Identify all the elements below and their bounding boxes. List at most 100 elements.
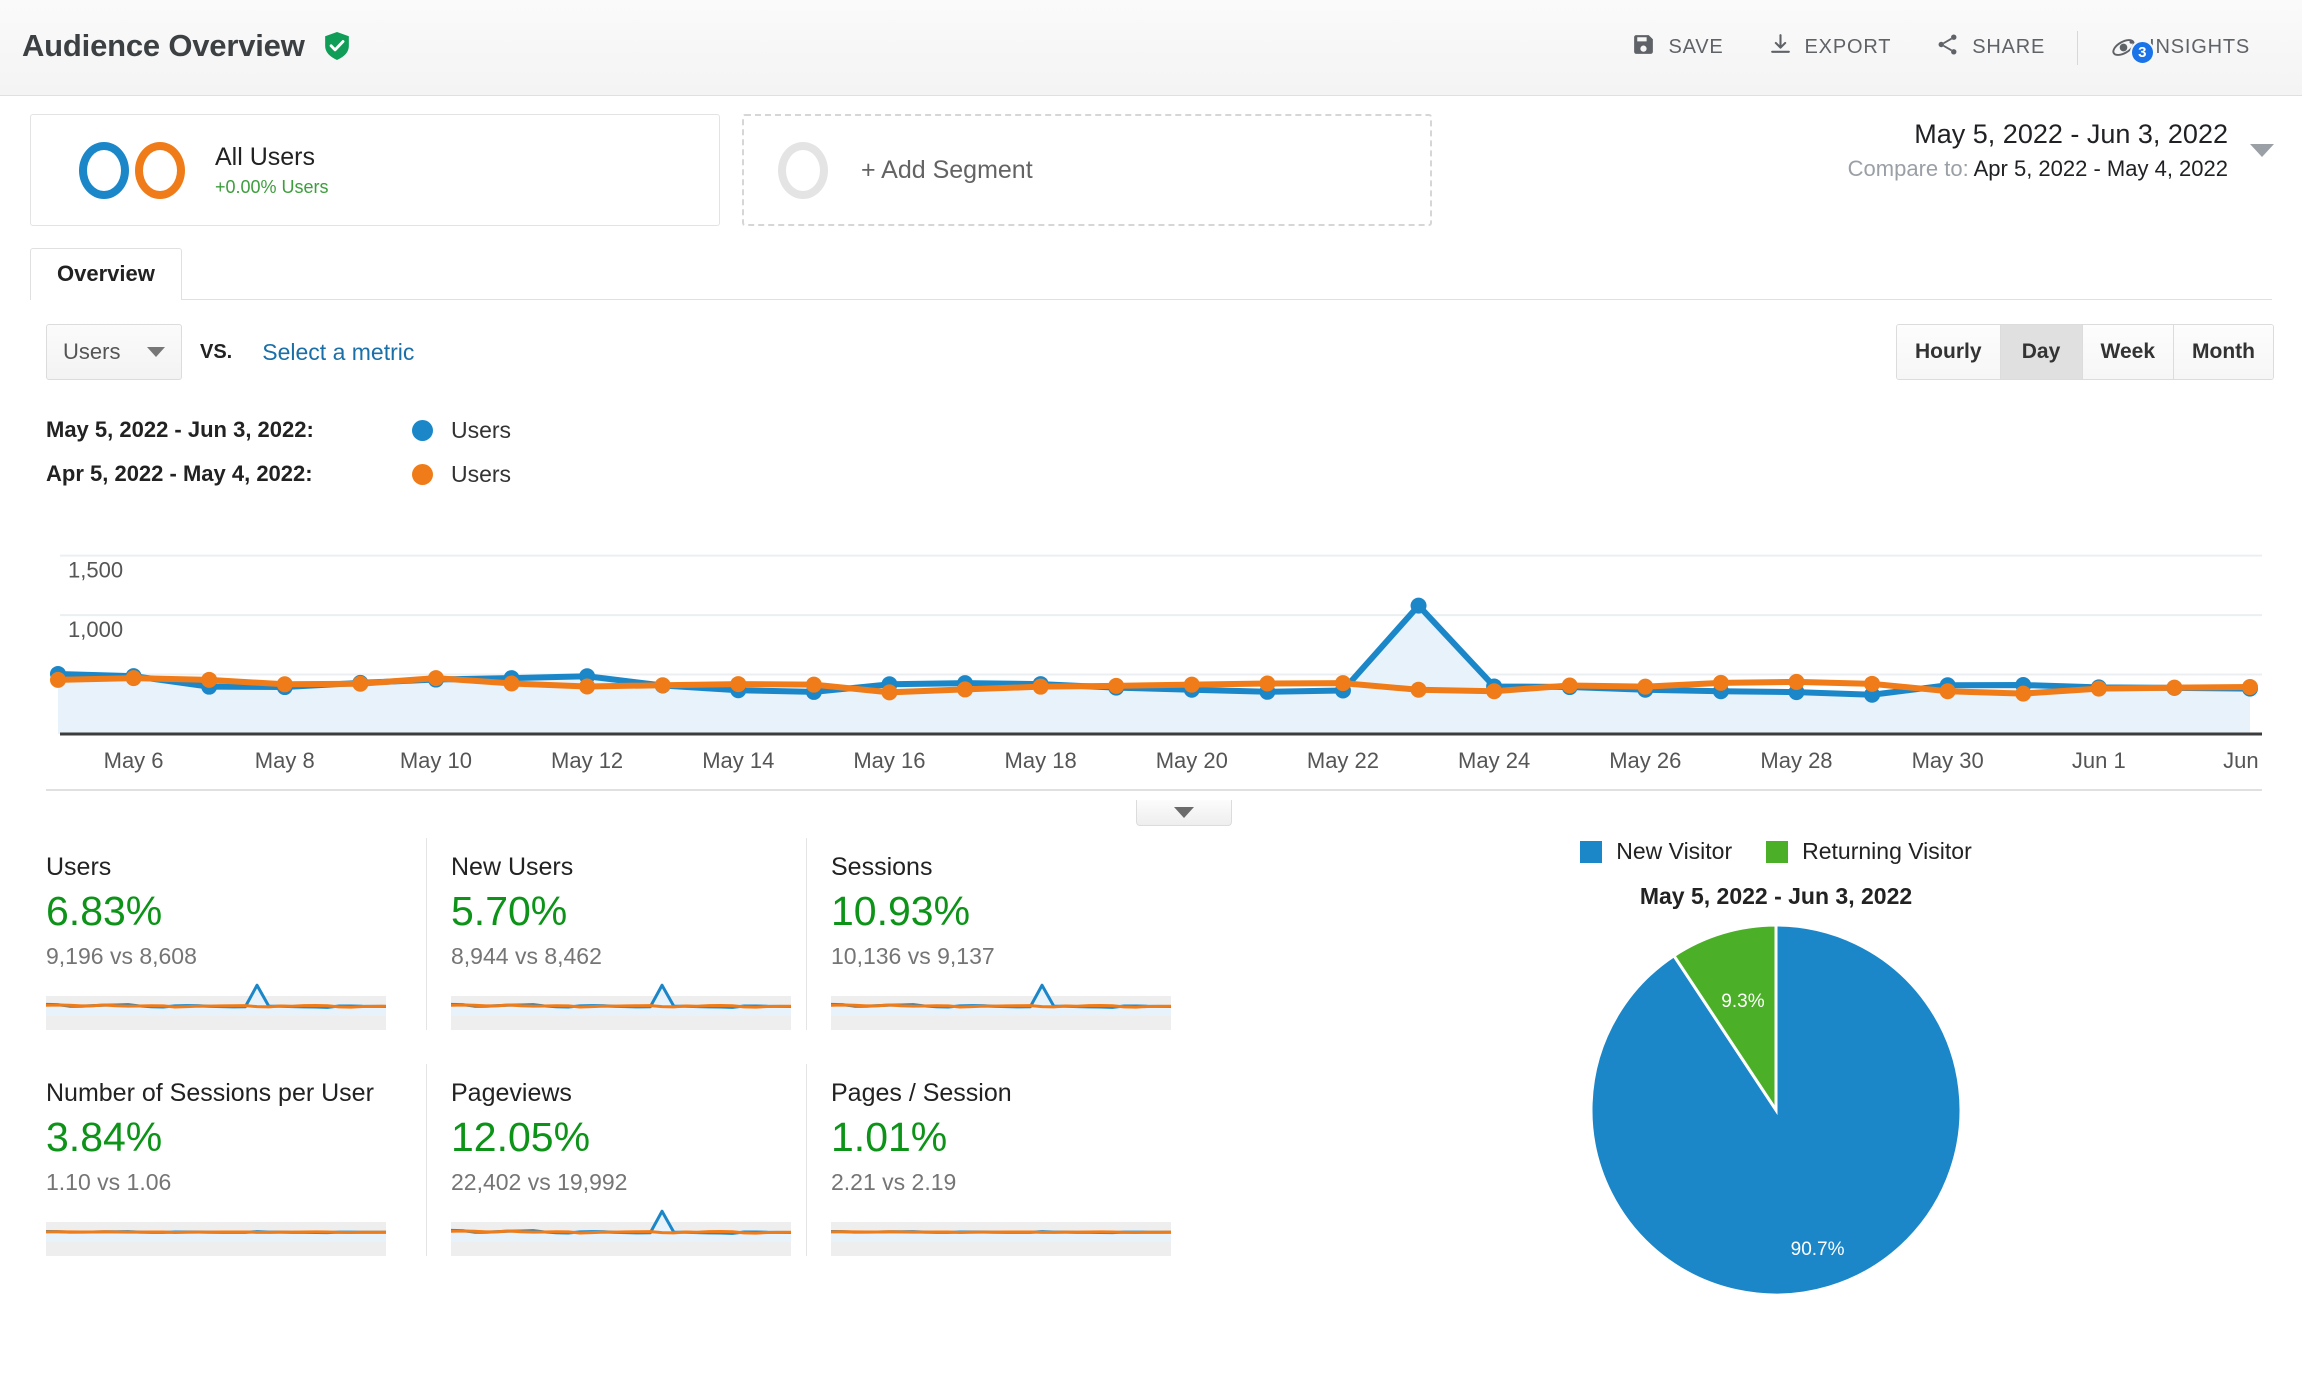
granularity-week[interactable]: Week [2082,325,2175,379]
save-button[interactable]: SAVE [1609,20,1745,76]
insights-button-label: INSIGHTS [2149,36,2250,58]
date-range-text: May 5, 2022 - Jun 3, 2022 Compare to: Ap… [1848,118,2228,182]
applied-segment[interactable]: All Users +0.00% Users [30,114,720,226]
new-vs-returning-panel: New Visitor Returning Visitor May 5, 202… [1266,838,2286,1300]
card-body: Pageviews 12.05% 22,402 vs 19,992 [451,1078,791,1257]
segment-text: All Users +0.00% Users [215,142,329,198]
card-body: Number of Sessions per User 3.84% 1.10 v… [46,1078,386,1257]
card-body: Sessions 10.93% 10,136 vs 9,137 [831,852,1171,1031]
page-title: Audience Overview [22,28,350,68]
svg-text:Jun 1: Jun 1 [2072,748,2126,773]
svg-text:1,500: 1,500 [68,558,123,583]
compare-label: Compare to: [1847,155,1969,181]
date-range-primary: May 5, 2022 - Jun 3, 2022 [1914,119,2228,149]
pie-chart[interactable]: 90.7% 9.3% [1266,920,2286,1300]
metric-card-sessions-per-user[interactable]: Number of Sessions per User 3.84% 1.10 v… [46,1064,426,1257]
granularity-hourly[interactable]: Hourly [1897,325,2001,379]
metric-card-row-1: Users 6.83% 9,196 vs 8,608 New Users 5.7… [46,838,1216,1031]
pie-legend: New Visitor Returning Visitor [1266,838,2286,865]
download-icon [1768,32,1793,63]
pie-legend-label: Returning Visitor [1802,838,1972,864]
card-comparison: 10,136 vs 9,137 [831,943,995,970]
ring-blue-icon [79,141,129,199]
share-button[interactable]: SHARE [1913,20,2067,76]
card-sparkline [451,1209,791,1257]
tab-bar: Overview [30,248,2302,300]
legend-row-primary: May 5, 2022 - Jun 3, 2022: Users [46,408,2302,452]
svg-text:9.3%: 9.3% [1721,991,1764,1012]
chart-canvas: 5001,0001,500May 6May 8May 10May 12May 1… [46,554,2262,791]
svg-text:May 24: May 24 [1458,748,1530,773]
legend-swatch-blue-icon [1580,840,1603,863]
chevron-down-icon [1174,807,1194,818]
svg-text:May 16: May 16 [853,748,925,773]
svg-text:May 6: May 6 [104,748,164,773]
users-over-time-chart[interactable]: 5001,0001,500May 6May 8May 10May 12May 1… [46,508,2262,826]
empty-ring-icon [778,141,828,199]
pie-legend-returning-visitor[interactable]: Returning Visitor [1766,838,1972,865]
granularity-day[interactable]: Day [2000,325,2083,379]
share-button-label: SHARE [1972,36,2046,58]
card-comparison: 1.10 vs 1.06 [46,1169,172,1196]
svg-text:May 10: May 10 [400,748,472,773]
pie-legend-label: New Visitor [1616,838,1733,864]
chart-legend: May 5, 2022 - Jun 3, 2022: Users Apr 5, … [46,408,2302,496]
svg-text:May 18: May 18 [1005,748,1077,773]
metric-card-pageviews[interactable]: Pageviews 12.05% 22,402 vs 19,992 [426,1064,806,1257]
export-button[interactable]: EXPORT [1746,20,1914,76]
primary-metric-select[interactable]: Users [46,324,182,380]
card-sparkline [451,983,791,1031]
svg-text:May 20: May 20 [1156,748,1228,773]
card-body: Users 6.83% 9,196 vs 8,608 [46,852,386,1031]
insights-badge: 3 [2130,40,2156,65]
card-percent: 12.05% [451,1114,591,1161]
top-bar: Audience Overview SAVE EXPORT SHARE 3 IN… [0,0,2302,96]
vs-label: VS. [200,340,233,363]
metric-card-new-users[interactable]: New Users 5.70% 8,944 vs 8,462 [426,838,806,1031]
metric-card-users[interactable]: Users 6.83% 9,196 vs 8,608 [46,838,426,1031]
legend-row-compare: Apr 5, 2022 - May 4, 2022: Users [46,452,2302,496]
page-title-text: Audience Overview [22,27,305,63]
toolbar-divider [2077,30,2079,65]
metric-card-row-2: Number of Sessions per User 3.84% 1.10 v… [46,1064,1216,1257]
card-sparkline [46,1222,386,1257]
granularity-month[interactable]: Month [2174,325,2273,379]
card-sparkline [831,1222,1171,1257]
chevron-down-icon[interactable] [2250,144,2274,157]
card-percent: 6.83% [46,888,163,934]
metric-card-pages-per-session[interactable]: Pages / Session 1.01% 2.21 vs 2.19 [806,1064,1186,1257]
date-range-picker[interactable]: May 5, 2022 - Jun 3, 2022 Compare to: Ap… [1848,118,2274,182]
top-bar-actions: SAVE EXPORT SHARE 3 INSIGHTS [1609,20,2272,76]
ring-orange-icon [135,141,185,199]
tab-overview[interactable]: Overview [30,248,182,300]
svg-text:May 8: May 8 [255,748,315,773]
metric-card-sessions[interactable]: Sessions 10.93% 10,136 vs 9,137 [806,838,1186,1031]
add-segment-button[interactable]: + Add Segment [742,114,1432,226]
card-title: Users [46,853,112,881]
svg-text:May 22: May 22 [1307,748,1379,773]
card-body: New Users 5.70% 8,944 vs 8,462 [451,852,791,1031]
insights-button[interactable]: 3 INSIGHTS [2088,20,2272,76]
primary-metric-label: Users [63,339,121,364]
card-comparison: 8,944 vs 8,462 [451,943,602,970]
save-icon [1631,32,1656,63]
segment-rings-icon [79,141,185,199]
select-a-metric-link[interactable]: Select a metric [262,339,414,366]
legend-compare-metric: Users [451,460,512,487]
pie-legend-new-visitor[interactable]: New Visitor [1580,838,1732,865]
share-icon [1935,32,1960,63]
date-range-compare: Compare to: Apr 5, 2022 - May 4, 2022 [1848,156,2228,182]
chart-collapse-toggle[interactable] [1136,800,1232,826]
svg-text:May 28: May 28 [1760,748,1832,773]
bottom-section: Users 6.83% 9,196 vs 8,608 New Users 5.7… [0,808,2302,1300]
add-segment-label: + Add Segment [861,155,1033,184]
svg-text:90.7%: 90.7% [1791,1239,1845,1260]
card-percent: 3.84% [46,1114,163,1161]
card-title: Pageviews [451,1079,572,1108]
svg-text:1,000: 1,000 [68,617,123,642]
segment-row: All Users +0.00% Users + Add Segment May… [0,96,2302,226]
card-body: Pages / Session 1.01% 2.21 vs 2.19 [831,1078,1171,1257]
svg-text:May 12: May 12 [551,748,623,773]
card-comparison: 22,402 vs 19,992 [451,1169,628,1196]
insights-icon: 3 [2110,34,2156,65]
